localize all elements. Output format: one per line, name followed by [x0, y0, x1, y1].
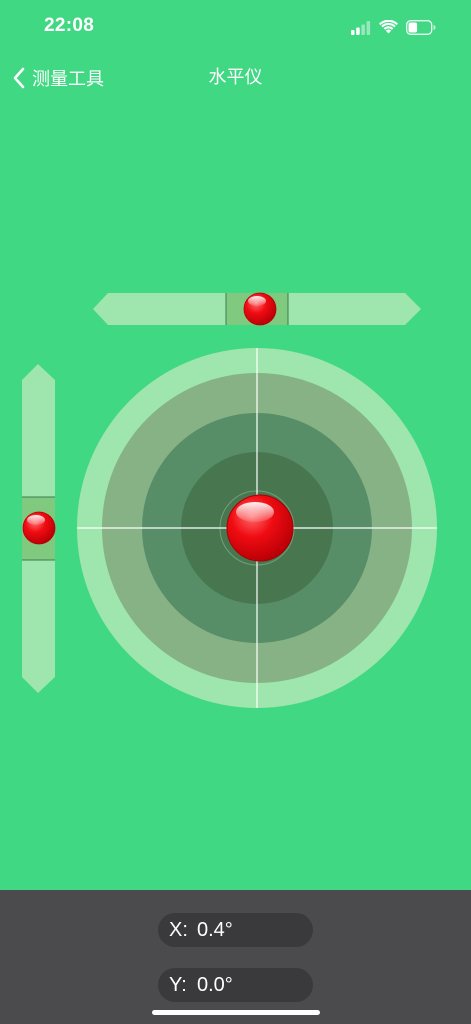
vertical-level-tube	[22, 364, 56, 693]
readout-panel: X: 0.4° Y: 0.0°	[0, 890, 471, 1024]
x-axis-label: X:	[169, 918, 188, 941]
bullseye-level	[77, 348, 437, 708]
home-indicator	[152, 1010, 320, 1015]
horizontal-level-tube	[93, 292, 421, 326]
y-value: 0.0°	[197, 973, 233, 996]
horizontal-bubble	[243, 292, 277, 326]
x-value: 0.4°	[197, 918, 233, 941]
vertical-bubble	[22, 511, 56, 545]
y-readout: Y: 0.0°	[158, 968, 313, 1002]
spirit-level	[22, 292, 437, 708]
bullseye-bubble	[226, 494, 294, 562]
y-axis-label: Y:	[169, 973, 187, 996]
x-readout: X: 0.4°	[158, 913, 313, 947]
